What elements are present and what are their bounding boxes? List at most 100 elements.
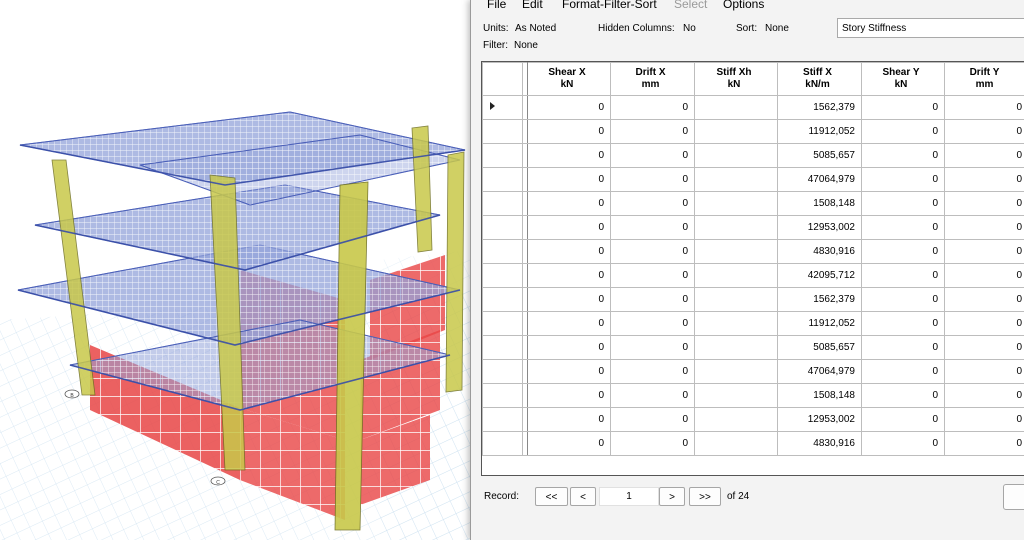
row-selector[interactable] bbox=[482, 191, 523, 216]
table-cell[interactable]: 0 bbox=[527, 359, 611, 384]
table-cell[interactable]: 0 bbox=[527, 215, 611, 240]
table-cell[interactable] bbox=[694, 359, 778, 384]
table-cell[interactable]: 0 bbox=[944, 191, 1024, 216]
table-cell[interactable]: 0 bbox=[944, 407, 1024, 432]
table-cell[interactable]: 0 bbox=[944, 95, 1024, 120]
table-cell[interactable]: 0 bbox=[944, 431, 1024, 456]
table-cell[interactable]: 0 bbox=[610, 239, 695, 264]
table-cell[interactable]: 11912,052 bbox=[777, 311, 862, 336]
table-cell[interactable]: 0 bbox=[610, 167, 695, 192]
table-cell[interactable]: 1562,379 bbox=[777, 287, 862, 312]
table-cell[interactable] bbox=[694, 335, 778, 360]
table-cell[interactable]: 0 bbox=[527, 383, 611, 408]
table-cell[interactable]: 0 bbox=[944, 335, 1024, 360]
table-cell[interactable]: 0 bbox=[527, 95, 611, 120]
table-cell[interactable] bbox=[694, 119, 778, 144]
table-cell[interactable]: 47064,979 bbox=[777, 359, 862, 384]
table-cell[interactable]: 0 bbox=[610, 335, 695, 360]
column-header[interactable]: Stiff Xh kN bbox=[694, 62, 778, 96]
table-cell[interactable]: 0 bbox=[527, 119, 611, 144]
table-cell[interactable]: 0 bbox=[610, 215, 695, 240]
table-row[interactable]: 0 0 5085,657 0 0 bbox=[482, 335, 1024, 360]
table-row[interactable]: 0 0 47064,979 0 0 bbox=[482, 167, 1024, 192]
table-cell[interactable]: 0 bbox=[861, 431, 945, 456]
table-cell[interactable]: 0 bbox=[944, 143, 1024, 168]
column-header[interactable]: Drift Xmm bbox=[610, 62, 695, 96]
table-cell[interactable]: 0 bbox=[944, 239, 1024, 264]
table-cell[interactable]: 0 bbox=[944, 167, 1024, 192]
menu-file[interactable]: File bbox=[487, 0, 506, 11]
table-cell[interactable] bbox=[694, 407, 778, 432]
table-cell[interactable]: 4830,916 bbox=[777, 431, 862, 456]
table-cell[interactable]: 0 bbox=[610, 95, 695, 120]
table-cell[interactable]: 0 bbox=[944, 383, 1024, 408]
table-cell[interactable]: 0 bbox=[944, 287, 1024, 312]
table-cell[interactable]: 0 bbox=[527, 167, 611, 192]
table-cell[interactable] bbox=[694, 191, 778, 216]
table-cell[interactable]: 0 bbox=[610, 431, 695, 456]
table-cell[interactable]: 0 bbox=[527, 143, 611, 168]
row-selector[interactable] bbox=[482, 143, 523, 168]
table-cell[interactable]: 0 bbox=[861, 95, 945, 120]
row-selector[interactable] bbox=[482, 263, 523, 288]
table-cell[interactable]: 0 bbox=[527, 239, 611, 264]
table-cell[interactable]: 1508,148 bbox=[777, 191, 862, 216]
table-cell[interactable]: 0 bbox=[610, 263, 695, 288]
row-selector[interactable] bbox=[482, 119, 523, 144]
column-header[interactable]: Shear YkN bbox=[861, 62, 945, 96]
row-selector-header[interactable] bbox=[482, 62, 523, 96]
table-cell[interactable]: 0 bbox=[527, 407, 611, 432]
table-cell[interactable]: 0 bbox=[861, 311, 945, 336]
table-cell[interactable]: 47064,979 bbox=[777, 167, 862, 192]
table-cell[interactable]: 1508,148 bbox=[777, 383, 862, 408]
column-header[interactable]: Drift Ymm bbox=[944, 62, 1024, 96]
table-cell[interactable]: 5085,657 bbox=[777, 143, 862, 168]
row-selector[interactable] bbox=[482, 215, 523, 240]
table-name-combo[interactable]: Story Stiffness bbox=[837, 18, 1024, 38]
next-record-button[interactable]: > bbox=[659, 487, 685, 506]
table-cell[interactable]: 0 bbox=[944, 311, 1024, 336]
table-cell[interactable]: 0 bbox=[861, 407, 945, 432]
table-row[interactable]: 0 0 1508,148 0 0 bbox=[482, 191, 1024, 216]
previous-record-button[interactable]: < bbox=[570, 487, 596, 506]
table-cell[interactable]: 42095,712 bbox=[777, 263, 862, 288]
row-selector[interactable] bbox=[482, 359, 523, 384]
column-header[interactable]: Shear XkN bbox=[527, 62, 611, 96]
row-selector[interactable] bbox=[482, 95, 523, 120]
last-record-button[interactable]: >> bbox=[689, 487, 721, 506]
table-row[interactable]: 0 0 47064,979 0 0 bbox=[482, 359, 1024, 384]
table-cell[interactable] bbox=[694, 215, 778, 240]
table-cell[interactable] bbox=[694, 383, 778, 408]
table-cell[interactable]: 0 bbox=[610, 359, 695, 384]
table-row[interactable]: 0 0 4830,916 0 0 bbox=[482, 239, 1024, 264]
table-cell[interactable]: 0 bbox=[527, 431, 611, 456]
table-cell[interactable]: 0 bbox=[861, 143, 945, 168]
table-cell[interactable] bbox=[694, 239, 778, 264]
row-selector[interactable] bbox=[482, 383, 523, 408]
table-cell[interactable] bbox=[694, 95, 778, 120]
table-cell[interactable]: 0 bbox=[861, 383, 945, 408]
table-row[interactable]: 0 0 11912,052 0 0 bbox=[482, 311, 1024, 336]
menu-options[interactable]: Options bbox=[723, 0, 764, 11]
table-row[interactable]: 0 0 12953,002 0 0 bbox=[482, 215, 1024, 240]
menu-edit[interactable]: Edit bbox=[522, 0, 543, 11]
row-selector[interactable] bbox=[482, 287, 523, 312]
ok-button[interactable] bbox=[1003, 484, 1024, 510]
table-cell[interactable]: 0 bbox=[610, 119, 695, 144]
row-selector[interactable] bbox=[482, 239, 523, 264]
record-number-input[interactable]: 1 bbox=[599, 487, 659, 506]
table-cell[interactable]: 0 bbox=[944, 215, 1024, 240]
table-cell[interactable]: 0 bbox=[861, 239, 945, 264]
table-cell[interactable] bbox=[694, 143, 778, 168]
table-cell[interactable] bbox=[694, 263, 778, 288]
table-cell[interactable]: 0 bbox=[610, 143, 695, 168]
table-cell[interactable]: 11912,052 bbox=[777, 119, 862, 144]
table-cell[interactable]: 0 bbox=[861, 119, 945, 144]
table-cell[interactable] bbox=[694, 287, 778, 312]
table-cell[interactable]: 0 bbox=[527, 335, 611, 360]
table-row[interactable]: 0 0 12953,002 0 0 bbox=[482, 407, 1024, 432]
data-grid[interactable]: Shear XkN Drift Xmm Stiff Xh kN Stiff XkN/m S… bbox=[481, 61, 1024, 476]
table-cell[interactable]: 0 bbox=[944, 263, 1024, 288]
table-cell[interactable]: 1562,379 bbox=[777, 95, 862, 120]
table-cell[interactable]: 0 bbox=[527, 287, 611, 312]
